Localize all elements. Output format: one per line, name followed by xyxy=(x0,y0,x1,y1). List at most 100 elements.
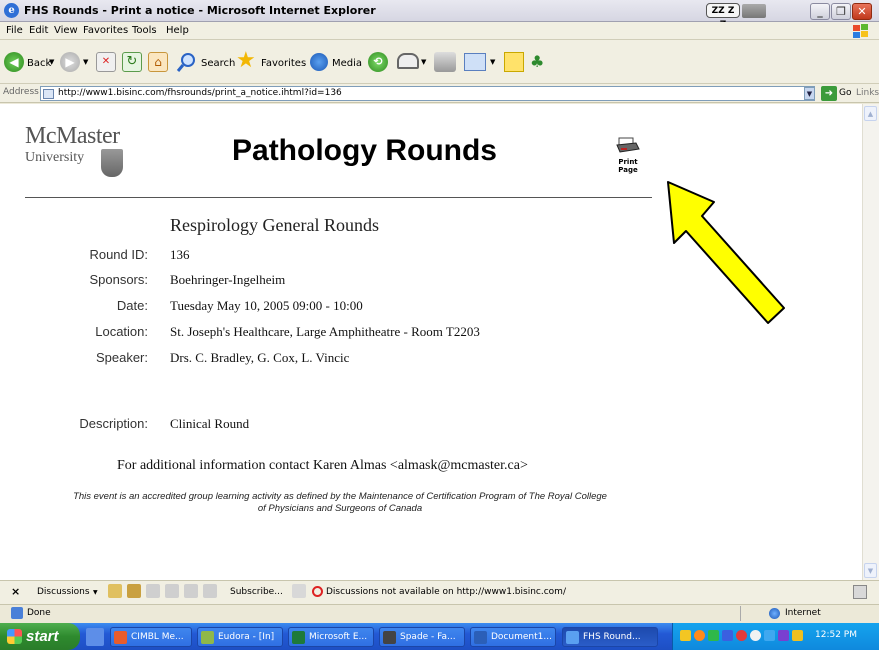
tray-icon-8[interactable] xyxy=(778,630,789,641)
round-id-label: Round ID: xyxy=(89,247,148,262)
menu-edit[interactable]: Edit xyxy=(29,25,48,36)
discussion-pane-icon[interactable] xyxy=(292,584,306,598)
go-button[interactable]: Go xyxy=(839,88,851,98)
menu-favorites[interactable]: Favorites xyxy=(83,25,128,36)
address-url[interactable]: http://www1.bisinc.com/fhsrounds/print_a… xyxy=(58,88,342,98)
tray-icon-6[interactable] xyxy=(750,630,761,641)
history-icon[interactable]: ⟲ xyxy=(368,52,388,72)
discussion-insert-icon[interactable] xyxy=(108,584,122,598)
stop-icon[interactable]: ✕ xyxy=(96,52,116,72)
edit-icon[interactable] xyxy=(464,53,486,71)
address-label: Address xyxy=(3,87,39,97)
discussions-options-icon[interactable] xyxy=(853,585,867,599)
go-arrow-icon[interactable]: ➜ xyxy=(821,86,837,101)
scroll-up-icon[interactable]: ▲ xyxy=(864,106,877,121)
task-document[interactable]: Document1... xyxy=(470,627,556,647)
subscribe-button[interactable]: Subscribe... xyxy=(230,587,283,597)
cimbl-icon xyxy=(114,631,127,644)
back-dropdown-icon[interactable]: ▼ xyxy=(49,58,54,66)
crest-icon xyxy=(101,149,123,177)
discussions-status: Discussions not available on http://www1… xyxy=(326,587,566,597)
contact-info: For additional information contact Karen… xyxy=(117,458,528,473)
printer-icon[interactable] xyxy=(616,137,640,155)
discussions-dropdown-icon[interactable]: ▼ xyxy=(93,589,98,596)
search-icon[interactable] xyxy=(176,51,198,73)
windows-logo-icon xyxy=(7,629,22,644)
mail-dropdown-icon[interactable]: ▼ xyxy=(421,58,426,66)
notes-icon[interactable] xyxy=(504,52,524,72)
print-page-link[interactable]: Print Page xyxy=(616,158,640,174)
quick-launch-icon[interactable] xyxy=(86,628,104,646)
internet-globe-icon xyxy=(769,608,780,619)
task-label: Microsoft E... xyxy=(309,632,368,642)
media-icon[interactable] xyxy=(310,53,328,71)
date-value: Tuesday May 10, 2005 09:00 - 10:00 xyxy=(170,298,363,313)
discussion-edit-icon[interactable] xyxy=(184,584,198,598)
print-icon[interactable] xyxy=(434,52,456,72)
address-input[interactable]: http://www1.bisinc.com/fhsrounds/print_a… xyxy=(40,86,815,101)
menu-view[interactable]: View xyxy=(54,25,78,36)
task-label: FHS Round... xyxy=(583,632,641,642)
mail-icon[interactable] xyxy=(397,53,419,69)
tray-icon-1[interactable] xyxy=(680,630,691,641)
date-label: Date: xyxy=(116,298,148,313)
menu-help[interactable]: Help xyxy=(166,25,189,36)
ie-icon: e xyxy=(4,3,19,18)
word-icon xyxy=(474,631,487,644)
location-label: Location: xyxy=(95,324,148,339)
search-label[interactable]: Search xyxy=(201,58,235,69)
edit-dropdown-icon[interactable]: ▼ xyxy=(490,58,495,66)
messenger-icon[interactable]: ♣ xyxy=(530,52,550,72)
university-logo-text: University xyxy=(25,150,85,165)
task-fhs-rounds[interactable]: FHS Round... xyxy=(562,627,658,647)
task-cimbl[interactable]: CIMBL Me... xyxy=(110,627,192,647)
tray-icon-5[interactable] xyxy=(736,630,747,641)
sponsors-label: Sponsors: xyxy=(89,272,148,287)
print-label: Print xyxy=(618,158,638,166)
discussion-collapse-icon[interactable] xyxy=(165,584,179,598)
clock[interactable]: 12:52 PM xyxy=(815,630,857,640)
discussions-button[interactable]: Discussions xyxy=(37,587,90,597)
back-arrow-icon[interactable]: ◀ xyxy=(4,52,24,72)
forward-arrow-icon[interactable]: ▶ xyxy=(60,52,80,72)
discussion-delete-icon[interactable] xyxy=(203,584,217,598)
tray-icon-9[interactable] xyxy=(792,630,803,641)
tray-icon-3[interactable] xyxy=(708,630,719,641)
close-discussions-icon[interactable]: × xyxy=(11,585,20,598)
discussion-expand-icon[interactable] xyxy=(146,584,160,598)
security-zone: Internet xyxy=(785,608,821,618)
eudora-icon xyxy=(201,631,214,644)
mcmaster-logo-text: McMaster xyxy=(25,123,120,149)
favorites-star-icon[interactable]: ★ xyxy=(236,48,256,73)
status-divider xyxy=(740,606,741,621)
task-eudora[interactable]: Eudora - [In] xyxy=(197,627,283,647)
task-spade[interactable]: Spade - Fa... xyxy=(379,627,465,647)
tray-icon-7[interactable] xyxy=(764,630,775,641)
minimize-button[interactable]: _ xyxy=(810,3,830,20)
vertical-scrollbar[interactable] xyxy=(862,104,879,580)
page-icon xyxy=(43,89,54,99)
close-button[interactable]: ✕ xyxy=(852,3,872,20)
page-done-icon xyxy=(11,607,23,619)
ie-task-icon xyxy=(566,631,579,644)
task-excel[interactable]: Microsoft E... xyxy=(288,627,374,647)
address-dropdown-icon[interactable]: ▼ xyxy=(804,87,815,100)
media-label[interactable]: Media xyxy=(332,58,362,69)
accreditation-line-1: This event is an accredited group learni… xyxy=(73,491,607,502)
menu-tools[interactable]: Tools xyxy=(132,25,157,36)
scroll-down-icon[interactable]: ▼ xyxy=(864,563,877,578)
favorites-label[interactable]: Favorites xyxy=(261,58,306,69)
speaker-value: Drs. C. Bradley, G. Cox, L. Vincic xyxy=(170,350,350,365)
refresh-icon[interactable]: ↻ xyxy=(122,52,142,72)
tray-icon-4[interactable] xyxy=(722,630,733,641)
back-label[interactable]: Back xyxy=(27,58,51,69)
speaker-label: Speaker: xyxy=(95,350,148,365)
menu-file[interactable]: File xyxy=(6,25,23,36)
tray-icon-2[interactable] xyxy=(694,630,705,641)
maximize-button[interactable]: ❐ xyxy=(831,3,851,20)
links-button[interactable]: Links xyxy=(856,88,879,98)
home-icon[interactable]: ⌂ xyxy=(148,52,168,72)
forward-dropdown-icon[interactable]: ▼ xyxy=(83,58,88,66)
yellow-arrow-annotation xyxy=(667,181,785,324)
discussion-reply-icon[interactable] xyxy=(127,584,141,598)
